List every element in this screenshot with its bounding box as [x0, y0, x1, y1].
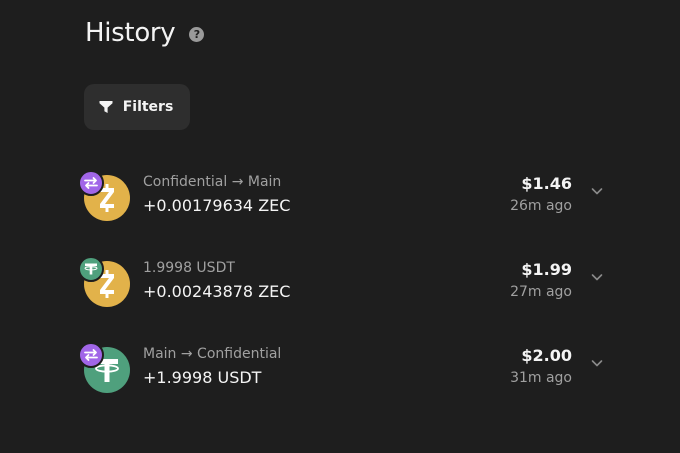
filters-button[interactable]: Filters	[84, 84, 190, 130]
transaction-usd-value: $1.46	[521, 174, 572, 193]
help-icon[interactable]: ?	[189, 27, 205, 42]
chevron-down-icon[interactable]	[590, 184, 604, 198]
transaction-subtitle: Confidential → Main	[143, 174, 282, 190]
swap-badge-icon	[78, 170, 104, 196]
swap-badge-icon	[78, 342, 104, 368]
history-header: History ?	[85, 18, 205, 48]
chevron-down-icon[interactable]	[590, 270, 604, 284]
transaction-time: 31m ago	[510, 370, 572, 386]
transaction-amount: +1.9998 USDT	[143, 368, 262, 387]
transaction-time: 27m ago	[510, 284, 572, 300]
transaction-amount: +0.00179634 ZEC	[143, 196, 291, 215]
transaction-time: 26m ago	[510, 198, 572, 214]
transaction-usd-value: $1.99	[521, 260, 572, 279]
transaction-row[interactable]: Confidential → Main +0.00179634 ZEC $1.4…	[78, 170, 618, 230]
funnel-icon	[99, 101, 113, 113]
transaction-subtitle: Main → Confidential	[143, 346, 282, 362]
chevron-down-icon[interactable]	[590, 356, 604, 370]
transaction-amount: +0.00243878 ZEC	[143, 282, 291, 301]
filters-label: Filters	[122, 99, 174, 115]
transaction-row[interactable]: 1.9998 USDT +0.00243878 ZEC $1.99 27m ag…	[78, 256, 618, 316]
usdt-badge-icon	[78, 256, 104, 282]
page-title: History	[85, 18, 176, 48]
transaction-subtitle: 1.9998 USDT	[143, 260, 235, 276]
transaction-usd-value: $2.00	[521, 346, 572, 365]
transaction-row[interactable]: Main → Confidential +1.9998 USDT $2.00 3…	[78, 342, 618, 402]
